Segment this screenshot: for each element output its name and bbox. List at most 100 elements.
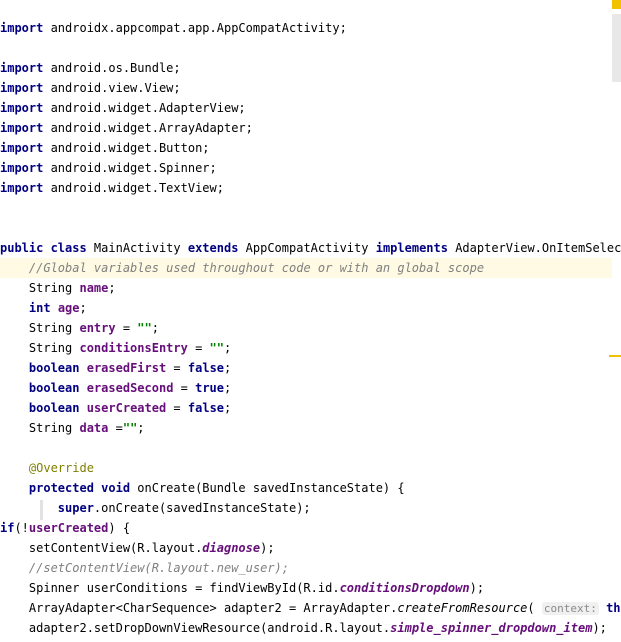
code-token: android.widget.TextView;	[43, 181, 224, 195]
code-token: import	[0, 61, 44, 75]
code-token: ""	[137, 321, 152, 335]
code-token: String	[0, 341, 80, 355]
code-line[interactable]: import androidx.appcompat.app.AppCompatA…	[0, 18, 612, 38]
error-stripe-marker[interactable]	[609, 355, 621, 357]
code-line[interactable]: //setContentView(R.layout.new_user);	[0, 558, 612, 578]
code-token: MainActivity	[86, 241, 188, 255]
code-token: );	[469, 581, 485, 595]
vertical-scrollbar[interactable]	[612, 14, 621, 82]
code-line[interactable]: import android.widget.Spinner;	[0, 158, 612, 178]
code-token: =	[108, 421, 123, 435]
code-token: erasedFirst	[86, 361, 167, 375]
code-token: simple_spinner_dropdown_item	[390, 621, 593, 635]
code-line[interactable]: int age;	[0, 298, 612, 318]
code-line[interactable]: String name;	[0, 278, 612, 298]
code-line[interactable]	[0, 438, 612, 458]
code-token: ;	[224, 341, 232, 355]
code-line[interactable]: public class MainActivity extends AppCom…	[0, 238, 621, 258]
code-token: android.widget.Spinner;	[43, 161, 217, 175]
code-line[interactable]: //Global variables used throughout code …	[0, 258, 612, 278]
code-token: ) {	[108, 521, 131, 535]
code-token: import	[0, 121, 44, 135]
code-line[interactable]: String data ="";	[0, 418, 612, 438]
code-token: ""	[209, 341, 224, 355]
code-token: android.view.View;	[43, 81, 181, 95]
code-line[interactable]: import android.widget.Button;	[0, 138, 612, 158]
code-token: ;	[79, 301, 87, 315]
code-token: (	[527, 601, 542, 615]
code-token: ;	[108, 281, 116, 295]
code-token: import	[0, 161, 44, 175]
code-token: ;	[224, 361, 232, 375]
code-token: ;	[151, 321, 159, 335]
code-token: ;	[224, 381, 232, 395]
code-line[interactable]: setContentView(R.layout.diagnose);	[0, 538, 612, 558]
code-token: userCreated	[86, 401, 167, 415]
code-token: String	[0, 321, 80, 335]
code-line[interactable]: String entry = "";	[0, 318, 612, 338]
code-line[interactable]: ArrayAdapter<CharSequence> adapter2 = Ar…	[0, 598, 621, 618]
code-token: userCreated	[28, 521, 109, 535]
code-line[interactable]	[0, 198, 612, 218]
code-token: conditionsDropdown	[339, 581, 470, 595]
code-token: ;	[224, 401, 232, 415]
code-token: .onCreate(savedInstanceState);	[93, 501, 311, 515]
code-token: androidx.appcompat.app.AppCompatActivity…	[43, 21, 347, 35]
code-token: ""	[122, 421, 138, 435]
code-token: name	[79, 281, 109, 295]
code-line[interactable]: boolean erasedSecond = true;	[0, 378, 612, 398]
code-token: =	[187, 341, 210, 355]
code-token: Spinner userConditions = findViewById(R.…	[0, 581, 340, 595]
code-token: ArrayAdapter<CharSequence> adapter2 = Ar…	[0, 601, 398, 615]
code-line[interactable]: @Override	[0, 458, 612, 478]
code-token: data	[79, 421, 109, 435]
code-line[interactable]: boolean userCreated = false;	[0, 398, 612, 418]
code-token: super	[57, 501, 94, 515]
code-token: //setContentView(R.layout.new_user);	[28, 561, 289, 575]
code-token: android.widget.ArrayAdapter;	[43, 121, 253, 135]
code-token: import	[0, 101, 44, 115]
code-token: );	[592, 621, 607, 635]
code-editor[interactable]: import androidx.appcompat.app.AppCompatA…	[0, 0, 621, 642]
code-line[interactable]: import android.view.View;	[0, 78, 612, 98]
code-line[interactable]: adapter2.setDropDownViewResource(android…	[0, 618, 612, 638]
code-token: android.os.Bundle;	[43, 61, 181, 75]
code-token: onCreate(Bundle savedInstanceState) {	[130, 481, 405, 495]
code-line[interactable]	[0, 218, 612, 238]
code-line[interactable]: super.onCreate(savedInstanceState);	[0, 498, 612, 518]
code-token: int	[28, 301, 51, 315]
code-token: entry	[79, 321, 116, 335]
code-line[interactable]: import android.widget.TextView;	[0, 178, 612, 198]
parameter-hint: context:	[541, 602, 599, 615]
code-token: @Override	[28, 461, 94, 475]
code-line[interactable]: boolean erasedFirst = false;	[0, 358, 612, 378]
code-line[interactable]: Spinner userConditions = findViewById(R.…	[0, 578, 612, 598]
code-token: import	[0, 181, 44, 195]
code-line[interactable]: protected void onCreate(Bundle savedInst…	[0, 478, 612, 498]
code-token: implements	[375, 241, 448, 255]
code-line[interactable]: String conditionsEntry = "";	[0, 338, 612, 358]
code-line[interactable]	[0, 38, 612, 58]
code-line[interactable]: import android.os.Bundle;	[0, 58, 612, 78]
code-line[interactable]: import android.widget.AdapterView;	[0, 98, 612, 118]
code-token: android.widget.AdapterView;	[43, 101, 246, 115]
warning-marker-icon[interactable]	[612, 0, 621, 9]
code-token: public class	[0, 241, 87, 255]
code-token: =	[166, 401, 188, 415]
code-line[interactable]: import android.widget.ArrayAdapter;	[0, 118, 612, 138]
code-token: AdapterView.OnItemSelectedListener {	[455, 241, 621, 255]
code-line[interactable]: if(!userCreated) {	[0, 518, 612, 538]
code-token: boolean	[28, 381, 80, 395]
code-token: );	[260, 541, 275, 555]
